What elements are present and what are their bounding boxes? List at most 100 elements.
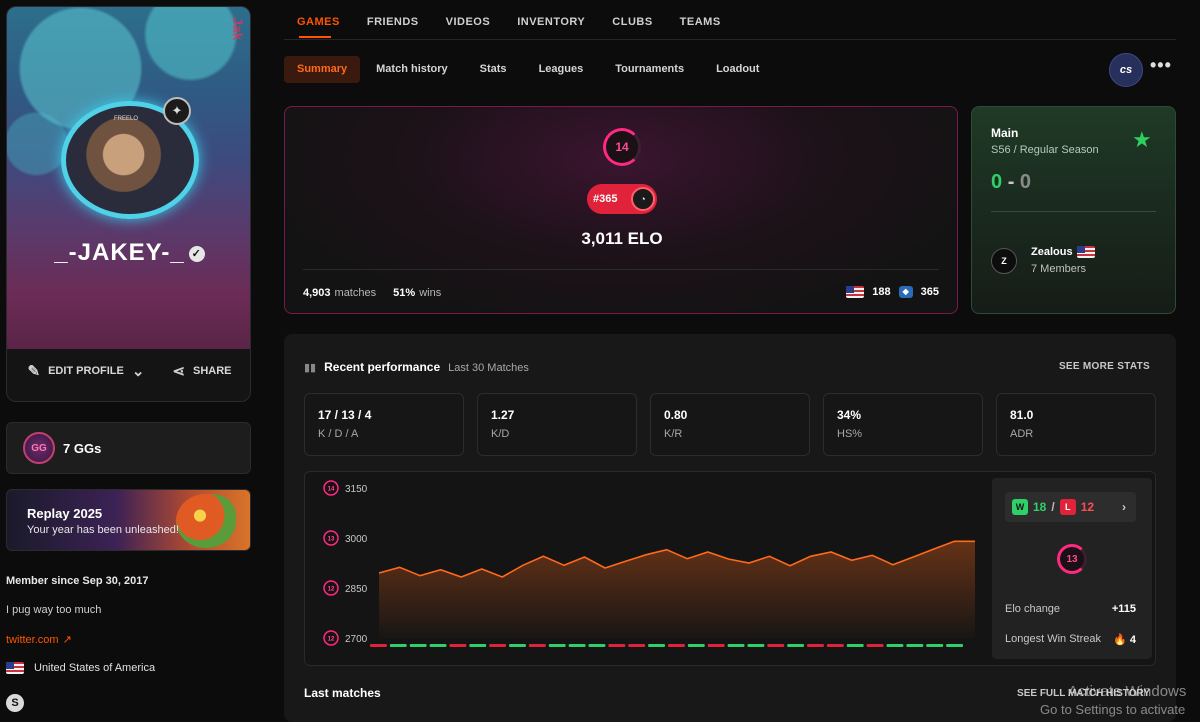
edit-profile-button[interactable]: ✎ EDIT PROFILE ⌄ xyxy=(27,362,144,380)
win-marker[interactable] xyxy=(926,644,944,647)
win-marker[interactable] xyxy=(588,644,606,647)
subtab-match-history[interactable]: Match history xyxy=(360,56,464,83)
elo-point[interactable] xyxy=(479,566,485,572)
tab-videos[interactable]: VIDEOS xyxy=(446,16,491,28)
elo-point[interactable] xyxy=(725,556,731,562)
win-marker[interactable] xyxy=(469,644,487,647)
subtab-leagues[interactable]: Leagues xyxy=(523,56,600,83)
win-marker[interactable] xyxy=(389,644,407,647)
more-options-icon[interactable]: ••• xyxy=(1150,55,1172,76)
win-marker[interactable] xyxy=(687,644,705,647)
loss-icon: L xyxy=(1059,499,1076,515)
tab-teams[interactable]: TEAMS xyxy=(680,16,721,28)
win-marker[interactable] xyxy=(548,644,566,647)
win-marker[interactable] xyxy=(906,644,924,647)
loss-marker[interactable] xyxy=(807,644,824,647)
loss-marker[interactable] xyxy=(628,644,646,647)
win-marker[interactable] xyxy=(409,644,427,647)
twitter-link[interactable]: twitter.com ↗ xyxy=(6,633,72,647)
loss-marker[interactable] xyxy=(489,644,507,647)
subtab-stats[interactable]: Stats xyxy=(464,56,523,83)
tab-clubs[interactable]: CLUBS xyxy=(612,16,652,28)
loss-marker[interactable] xyxy=(528,644,546,647)
elo-point[interactable] xyxy=(787,563,793,569)
elo-point[interactable] xyxy=(808,553,814,559)
elo-point[interactable] xyxy=(951,538,957,544)
loss-marker[interactable] xyxy=(707,644,725,647)
elo-point[interactable] xyxy=(972,538,978,544)
win-marker[interactable] xyxy=(886,644,904,647)
elo-point[interactable] xyxy=(890,562,896,568)
win-marker[interactable] xyxy=(429,644,447,647)
win-marker[interactable] xyxy=(787,644,805,647)
elo-point[interactable] xyxy=(561,562,567,568)
y-tick-label: 3000 xyxy=(345,534,368,545)
win-marker[interactable] xyxy=(946,644,963,647)
country-rank[interactable]: 188 xyxy=(872,286,890,298)
elo-point[interactable] xyxy=(910,554,916,560)
elo-point[interactable] xyxy=(540,553,546,559)
stat-value: 81.0 xyxy=(1010,408,1034,422)
replay-subtitle: Your year has been unleashed! xyxy=(27,524,179,536)
elo-point[interactable] xyxy=(520,562,526,568)
subtab-summary[interactable]: Summary xyxy=(284,56,361,83)
team-name[interactable]: Zealous xyxy=(1031,246,1095,258)
steam-icon[interactable]: S xyxy=(6,694,24,712)
region-rank[interactable]: 365 xyxy=(921,286,939,298)
elo-point[interactable] xyxy=(376,570,382,576)
level-tick-label: 12 xyxy=(328,587,335,593)
elo-point[interactable] xyxy=(746,560,752,566)
elo-point[interactable] xyxy=(643,552,649,558)
y-tick-label: 3150 xyxy=(345,484,368,495)
elo-point[interactable] xyxy=(582,554,588,560)
elo-point[interactable] xyxy=(705,549,711,555)
elo-point[interactable] xyxy=(766,553,772,559)
elo-point[interactable] xyxy=(623,558,629,564)
elo-point[interactable] xyxy=(397,564,403,570)
subtab-tournaments[interactable]: Tournaments xyxy=(599,56,700,83)
elo-point[interactable] xyxy=(664,547,670,553)
win-loss-button[interactable]: W 18 / L 12 › xyxy=(1005,492,1136,522)
elo-point[interactable] xyxy=(684,556,690,562)
loss-marker[interactable] xyxy=(866,644,884,647)
loss-marker[interactable] xyxy=(449,644,467,647)
elo-point[interactable] xyxy=(417,573,423,579)
loss-marker[interactable] xyxy=(608,644,626,647)
replay-card[interactable]: Replay 2025 Your year has been unleashed… xyxy=(6,489,251,551)
loss-marker[interactable] xyxy=(826,644,844,647)
tab-friends[interactable]: FRIENDS xyxy=(367,16,419,28)
league-score-dash: - xyxy=(1007,171,1015,193)
cs-game-icon[interactable]: cs xyxy=(1109,53,1143,87)
subtab-loadout[interactable]: Loadout xyxy=(700,56,775,83)
see-more-stats-link[interactable]: SEE MORE STATS xyxy=(1059,361,1150,372)
loss-marker[interactable] xyxy=(767,644,785,647)
member-since: Member since Sep 30, 2017 xyxy=(6,575,149,587)
win-marker[interactable] xyxy=(747,644,765,647)
elo-point[interactable] xyxy=(828,549,834,555)
loss-marker[interactable] xyxy=(668,644,685,647)
elo-point[interactable] xyxy=(438,567,444,573)
last-matches-title: Last matches xyxy=(304,686,381,700)
elo-point[interactable] xyxy=(849,557,855,563)
elo-point[interactable] xyxy=(499,574,505,580)
sub-nav: Summary Match history Stats Leagues Tour… xyxy=(284,56,775,83)
ggs-card[interactable]: GG 7 GGs xyxy=(6,422,251,474)
league-wins: 0 xyxy=(991,171,1003,193)
win-marker[interactable] xyxy=(727,644,745,647)
tab-games[interactable]: GAMES xyxy=(297,16,340,28)
win-marker[interactable] xyxy=(509,644,526,647)
share-button[interactable]: ⋖ SHARE xyxy=(172,362,231,380)
win-marker[interactable] xyxy=(568,644,586,647)
elo-point[interactable] xyxy=(869,552,875,558)
stat-label: HS% xyxy=(837,428,863,440)
win-marker[interactable] xyxy=(648,644,665,647)
elo-point[interactable] xyxy=(602,565,608,571)
loss-marker[interactable] xyxy=(370,644,387,647)
elo-point[interactable] xyxy=(931,546,937,552)
league-card[interactable]: Main S56 / Regular Season ★ 0 - 0 Z Zeal… xyxy=(971,106,1176,314)
banner-tag: Jak xyxy=(230,17,246,41)
tab-inventory[interactable]: INVENTORY xyxy=(517,16,585,28)
win-marker[interactable] xyxy=(846,644,864,647)
avatar-wrapper[interactable]: FREELO ✦ xyxy=(61,97,199,219)
elo-point[interactable] xyxy=(458,574,464,580)
